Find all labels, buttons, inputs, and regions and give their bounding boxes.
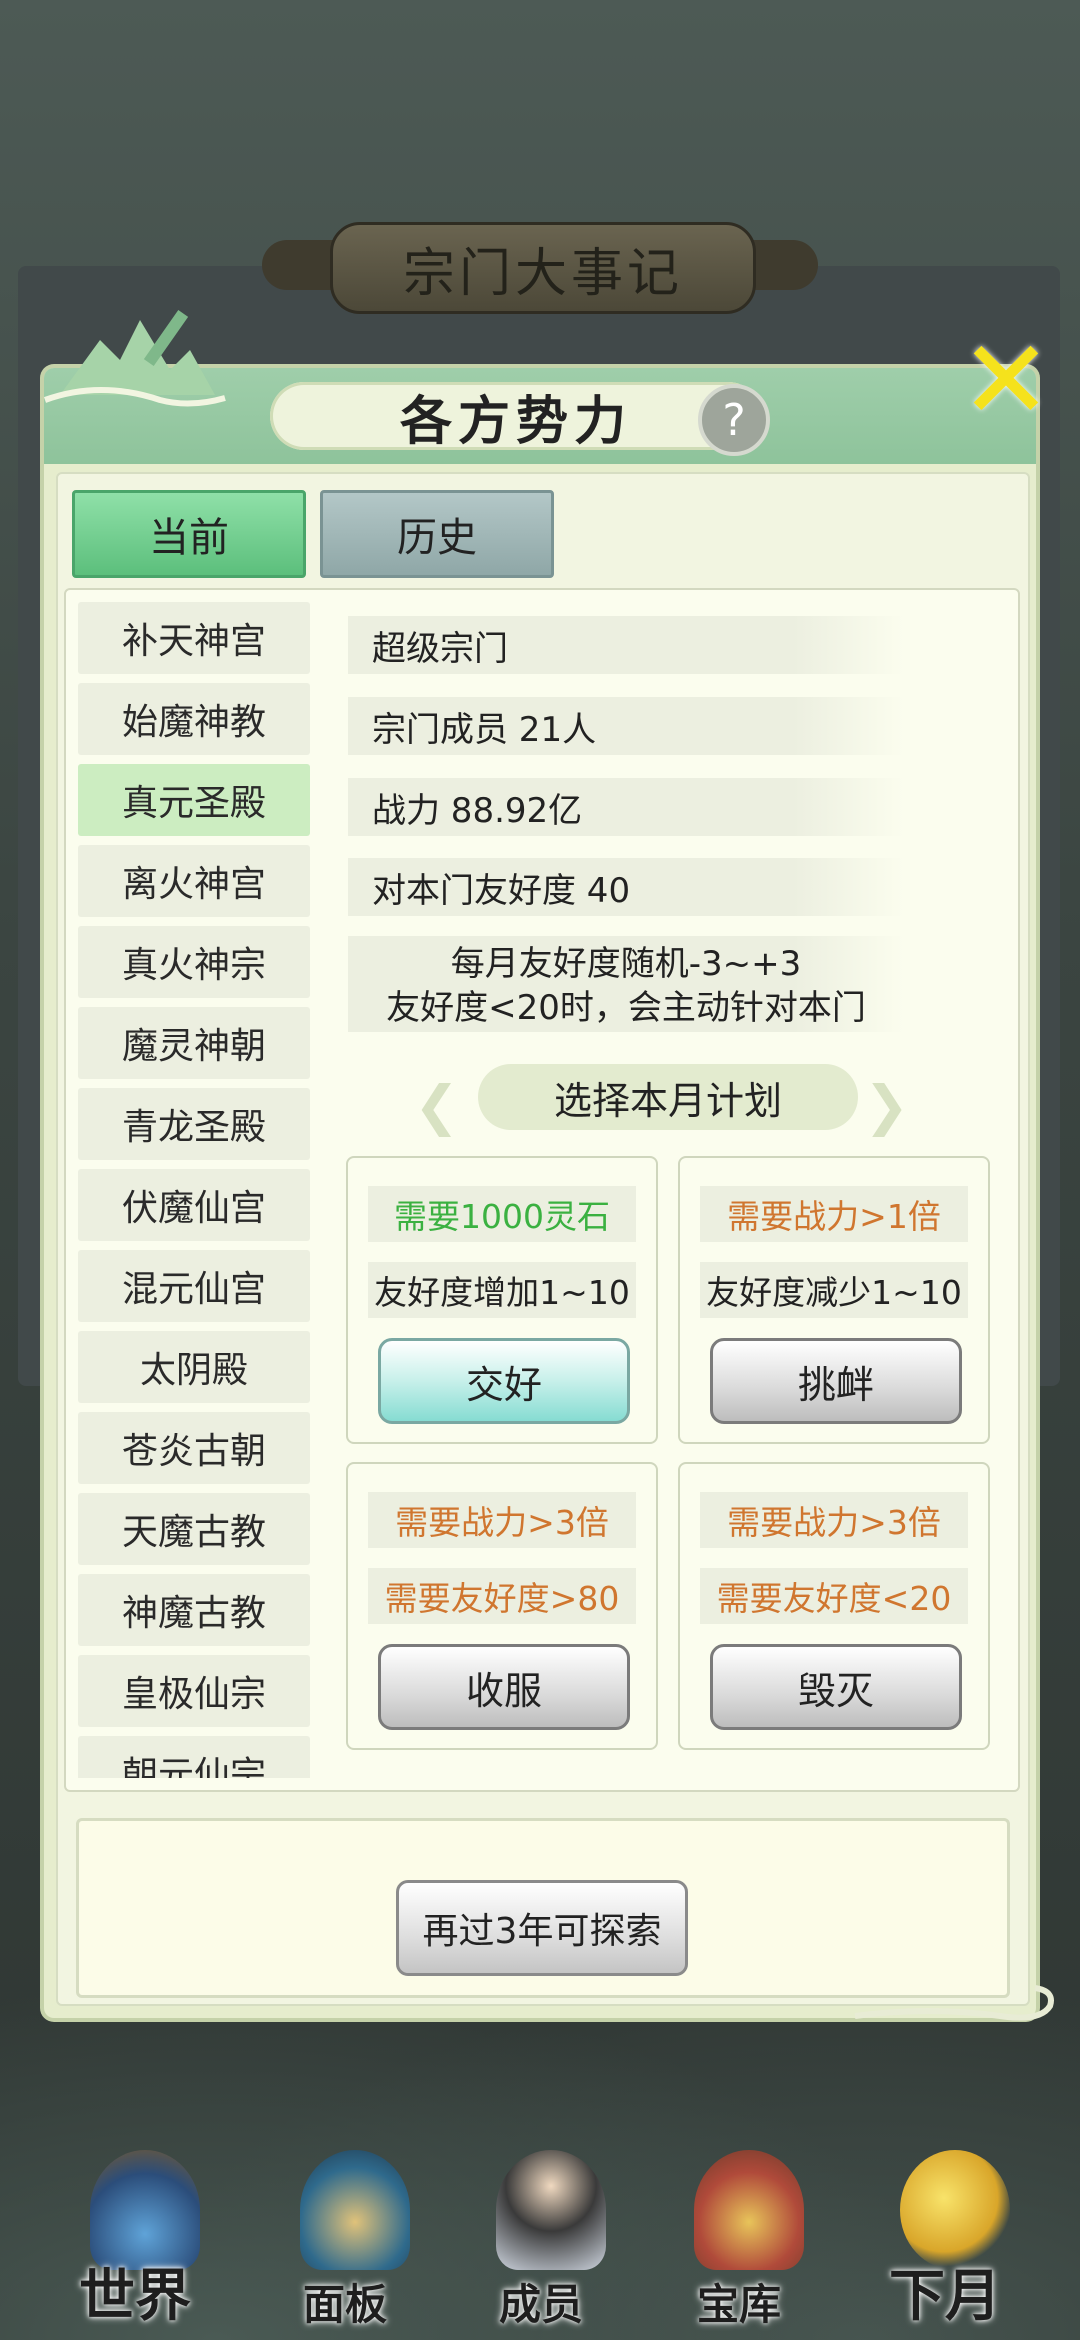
nav-world[interactable]: 世界: [60, 2140, 210, 2340]
action-card-subjugate: 需要战力>3倍 需要友好度>80 收服: [346, 1462, 658, 1750]
sect-list-item[interactable]: 离火神宫: [78, 845, 310, 917]
help-icon[interactable]: ?: [698, 384, 770, 456]
requirement-text: 需要友好度<20: [700, 1568, 968, 1624]
sect-list-item[interactable]: 皇极仙宗: [78, 1655, 310, 1727]
nav-label: 宝库: [696, 2280, 781, 2329]
friendship-note-line: 每月友好度随机-3~+3: [450, 944, 802, 984]
requirement-text: 需要友好度>80: [368, 1568, 636, 1624]
destroy-button[interactable]: 毁灭: [710, 1644, 962, 1730]
plan-title: 选择本月计划: [478, 1064, 858, 1130]
subjugate-button[interactable]: 收服: [378, 1644, 630, 1730]
sect-list-item[interactable]: 始魔神教: [78, 683, 310, 755]
panel-icon: [300, 2150, 410, 2270]
effect-text: 友好度增加1~10: [368, 1262, 636, 1318]
sect-list-item[interactable]: 苍炎古朝: [78, 1412, 310, 1484]
mountain-sword-ornament: [43, 309, 226, 407]
sect-list-item[interactable]: 混元仙宫: [78, 1250, 310, 1322]
friendship-note-line: 友好度<20时，会主动针对本门: [386, 988, 866, 1028]
requirement-text: 需要战力>3倍: [368, 1492, 636, 1548]
nav-members[interactable]: 成员: [466, 2140, 616, 2340]
sect-list-item[interactable]: 伏魔仙宫: [78, 1169, 310, 1241]
sect-list-item[interactable]: 太阴殿: [78, 1331, 310, 1403]
sect-list-item-selected[interactable]: 真元圣殿: [78, 764, 310, 836]
explore-button[interactable]: 再过3年可探索: [396, 1880, 688, 1976]
nav-label: 下月: [889, 2264, 1001, 2329]
sect-list[interactable]: 补天神宫 始魔神教 真元圣殿 离火神宫 真火神宗 魔灵神朝 青龙圣殿 伏魔仙宫 …: [78, 602, 310, 1778]
nav-label: 面板: [302, 2280, 387, 2329]
plan-title-right-ornament: ❯: [864, 1074, 910, 1137]
members-icon: [496, 2150, 606, 2270]
action-card-befriend: 需要1000灵石 友好度增加1~10 交好: [346, 1156, 658, 1444]
sect-list-item[interactable]: 真火神宗: [78, 926, 310, 998]
plan-title-left-ornament: ❮: [414, 1074, 460, 1137]
sect-members: 宗门成员 21人: [348, 697, 904, 755]
requirement-text: 需要战力>1倍: [700, 1186, 968, 1242]
sect-list-item[interactable]: 青龙圣殿: [78, 1088, 310, 1160]
nav-label: 世界: [79, 2264, 191, 2329]
sect-list-item[interactable]: 补天神宫: [78, 602, 310, 674]
nav-label: 成员: [498, 2280, 583, 2329]
nav-panel[interactable]: 面板: [270, 2140, 420, 2340]
sect-list-item[interactable]: 天魔古教: [78, 1493, 310, 1565]
requirement-text: 需要1000灵石: [368, 1186, 636, 1242]
effect-text: 友好度减少1~10: [700, 1262, 968, 1318]
befriend-button[interactable]: 交好: [378, 1338, 630, 1424]
tab-current[interactable]: 当前: [72, 490, 306, 578]
close-icon[interactable]: ✕: [958, 325, 1054, 435]
sect-list-item[interactable]: 神魔古教: [78, 1574, 310, 1646]
sect-list-item[interactable]: 魔灵神朝: [78, 1007, 310, 1079]
nav-treasury[interactable]: 宝库: [664, 2140, 814, 2340]
provoke-button[interactable]: 挑衅: [710, 1338, 962, 1424]
requirement-text: 需要战力>3倍: [700, 1492, 968, 1548]
treasury-icon: [694, 2150, 804, 2270]
nav-next-month[interactable]: 下月: [870, 2140, 1020, 2340]
sect-level: 超级宗门: [348, 616, 904, 674]
sect-list-item[interactable]: 朝元仙宗: [78, 1736, 310, 1778]
sect-power: 战力 88.92亿: [348, 778, 904, 836]
action-card-destroy: 需要战力>3倍 需要友好度<20 毁灭: [678, 1462, 990, 1750]
cloud-ornament: [854, 1985, 1054, 2021]
sect-friendship: 对本门友好度 40: [348, 858, 904, 916]
action-card-provoke: 需要战力>1倍 友好度减少1~10 挑衅: [678, 1156, 990, 1444]
background-title-banner: 宗门大事记: [330, 222, 756, 314]
friendship-note: 每月友好度随机-3~+3 友好度<20时，会主动针对本门: [348, 936, 904, 1032]
dialog-title: 各方势力: [270, 382, 762, 452]
tab-history[interactable]: 历史: [320, 490, 554, 578]
